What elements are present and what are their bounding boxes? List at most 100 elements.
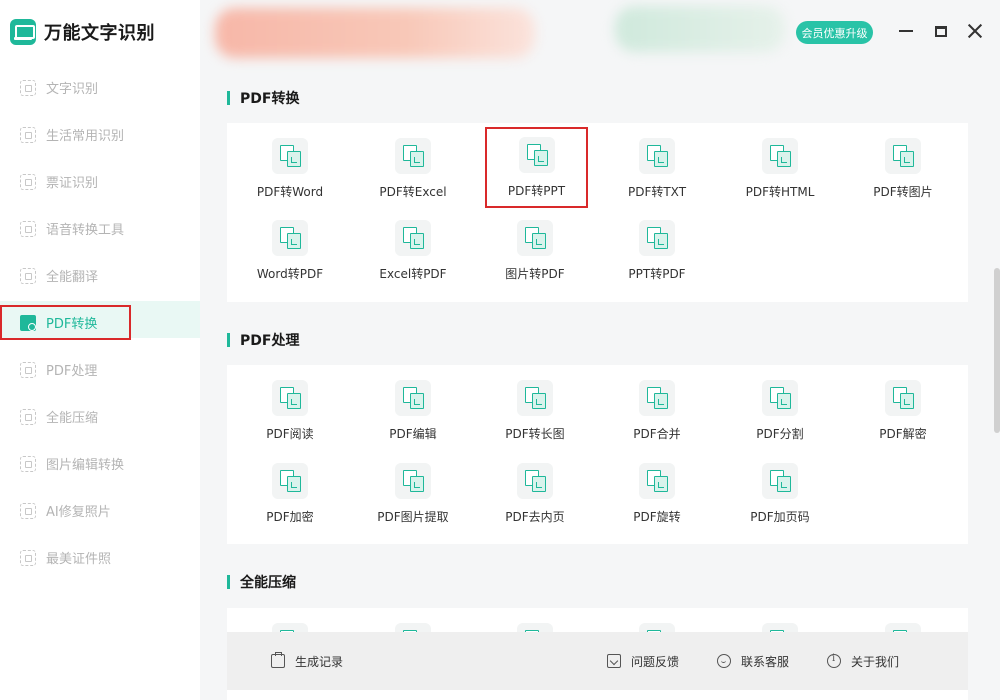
tool-pdf-to-word[interactable]: PDF转Word — [235, 138, 345, 212]
sidebar-item-label: AI修复照片 — [46, 505, 111, 520]
feedback-button[interactable]: 问题反馈 — [607, 632, 679, 690]
pdf-process-icon — [20, 361, 36, 378]
tool-pdf-edit[interactable]: PDF编辑 — [358, 380, 468, 454]
tool-label: PDF转PPT — [507, 184, 566, 198]
pdf-to-image-icon — [885, 138, 921, 174]
tool-word-to-pdf[interactable]: Word转PDF — [235, 220, 345, 294]
minimize-button[interactable] — [895, 20, 917, 42]
tool-label: PDF加页码 — [750, 510, 810, 524]
tool-pdf-to-html[interactable]: PDF转HTML — [725, 138, 835, 212]
tool-excel-to-pdf[interactable]: Excel转PDF — [358, 220, 468, 294]
tool-label: PDF解密 — [879, 427, 927, 441]
maximize-button[interactable] — [930, 20, 952, 42]
tool-image-to-pdf[interactable]: 图片转PDF — [480, 220, 590, 294]
pdf-convert-icon — [20, 314, 36, 331]
close-button[interactable] — [964, 20, 986, 42]
tool-label: PDF转图片 — [873, 185, 933, 199]
history-button[interactable]: 生成记录 — [271, 632, 343, 690]
sidebar-item-label: 生活常用识别 — [46, 129, 125, 144]
sidebar-item-audio-tools[interactable]: 语音转换工具 — [0, 205, 200, 252]
sidebar-item-translate[interactable]: 全能翻译 — [0, 252, 200, 299]
tool-pdf-to-txt[interactable]: PDF转TXT — [602, 138, 712, 212]
sidebar-item-life-recognition[interactable]: 生活常用识别 — [0, 111, 200, 158]
tool-pdf-long-image[interactable]: PDF转长图 — [480, 380, 590, 454]
sidebar-nav: 文字识别 生活常用识别 票证识别 语音转换工具 全能翻译 PDF转换 PDF处理… — [0, 64, 200, 581]
tool-label: PDF分割 — [756, 427, 804, 441]
about-button[interactable]: 关于我们 — [827, 632, 899, 690]
sidebar-item-id-photo[interactable]: 最美证件照 — [0, 534, 200, 581]
vip-upgrade-button[interactable]: 会员优惠升级 — [796, 21, 873, 44]
pdf-encrypt-icon — [272, 463, 308, 499]
sidebar-item-label: 票证识别 — [46, 176, 99, 191]
section-accent-bar — [227, 333, 230, 347]
tool-pdf-read[interactable]: PDF阅读 — [235, 380, 345, 454]
tool-ppt-to-pdf[interactable]: PPT转PDF — [602, 220, 712, 294]
tool-pdf-decrypt[interactable]: PDF解密 — [848, 380, 958, 454]
tool-label: PDF转长图 — [505, 427, 565, 441]
banner-ad[interactable] — [215, 8, 535, 58]
user-info[interactable] — [615, 6, 785, 52]
word-to-pdf-icon — [272, 220, 308, 256]
tool-pdf-rotate[interactable]: PDF旋转 — [602, 463, 712, 537]
tool-label: PDF去内页 — [505, 510, 565, 524]
section-title-text: PDF转换 — [240, 91, 300, 107]
sidebar: 万能文字识别 文字识别 生活常用识别 票证识别 语音转换工具 全能翻译 PDF转… — [0, 0, 200, 700]
tool-label: PDF转TXT — [627, 185, 687, 199]
tool-pdf-encrypt[interactable]: PDF加密 — [235, 463, 345, 537]
sidebar-item-label: 全能翻译 — [46, 270, 99, 285]
sidebar-item-compress[interactable]: 全能压缩 — [0, 393, 200, 440]
sidebar-item-ai-repair[interactable]: AI修复照片 — [0, 487, 200, 534]
pdf-to-excel-icon — [395, 138, 431, 174]
pdf-process-card: PDF阅读 PDF编辑 PDF转长图 PDF合并 PDF分割 PDF解密 PDF… — [227, 365, 968, 544]
pdf-page-numbers-icon — [762, 463, 798, 499]
sidebar-item-label: 文字识别 — [46, 82, 99, 97]
app-title: 万能文字识别 — [44, 23, 155, 44]
sidebar-item-label: 语音转换工具 — [46, 223, 125, 238]
tool-pdf-to-ppt[interactable]: PDF转PPT — [485, 127, 588, 208]
minimize-icon — [899, 30, 913, 32]
ai-repair-icon — [20, 502, 36, 519]
tool-label: PDF合并 — [633, 427, 681, 441]
section-title-pdf-convert: PDF转换 — [227, 88, 299, 108]
tool-pdf-to-excel[interactable]: PDF转Excel — [358, 138, 468, 212]
section-title-compress: 全能压缩 — [227, 572, 296, 592]
sidebar-item-ticket-recognition[interactable]: 票证识别 — [0, 158, 200, 205]
clipboard-icon — [271, 652, 285, 668]
tool-pdf-split[interactable]: PDF分割 — [725, 380, 835, 454]
tool-pdf-remove-pages[interactable]: PDF去内页 — [480, 463, 590, 537]
excel-to-pdf-icon — [395, 220, 431, 256]
pdf-to-word-icon — [272, 138, 308, 174]
about-label: 关于我们 — [851, 654, 900, 669]
pdf-to-ppt-icon — [518, 137, 555, 173]
tool-pdf-to-image[interactable]: PDF转图片 — [848, 138, 958, 212]
scrollbar-thumb[interactable] — [994, 268, 1000, 433]
pdf-to-txt-icon — [639, 138, 675, 174]
scan-text-icon — [20, 79, 36, 96]
sidebar-item-label: 图片编辑转换 — [46, 458, 125, 473]
tool-label: PDF编辑 — [389, 427, 437, 441]
image-edit-icon — [20, 455, 36, 472]
sidebar-item-pdf-process[interactable]: PDF处理 — [0, 346, 200, 393]
tool-pdf-merge[interactable]: PDF合并 — [602, 380, 712, 454]
pdf-merge-icon — [639, 380, 675, 416]
pdf-read-icon — [272, 380, 308, 416]
section-title-pdf-process: PDF处理 — [227, 330, 299, 350]
sidebar-item-text-recognition[interactable]: 文字识别 — [0, 64, 200, 111]
tool-label: PDF加密 — [266, 510, 314, 524]
main-content: PDF转换 PDF转Word PDF转Excel PDF转PPT PDF转TXT… — [200, 64, 993, 700]
scan-life-icon — [20, 126, 36, 143]
support-button[interactable]: 联系客服 — [717, 632, 789, 690]
tool-pdf-page-numbers[interactable]: PDF加页码 — [725, 463, 835, 537]
pdf-to-html-icon — [762, 138, 798, 174]
sidebar-item-image-edit[interactable]: 图片编辑转换 — [0, 440, 200, 487]
pdf-decrypt-icon — [885, 380, 921, 416]
sidebar-item-label: PDF转换 — [46, 317, 98, 332]
close-icon — [967, 23, 983, 39]
pdf-remove-pages-icon — [517, 463, 553, 499]
pdf-split-icon — [762, 380, 798, 416]
section-title-text: PDF处理 — [240, 333, 300, 349]
section-accent-bar — [227, 91, 230, 105]
tool-pdf-extract-images[interactable]: PDF图片提取 — [358, 463, 468, 537]
sidebar-item-label: 最美证件照 — [46, 552, 112, 567]
sidebar-item-pdf-convert[interactable]: PDF转换 — [0, 305, 131, 340]
